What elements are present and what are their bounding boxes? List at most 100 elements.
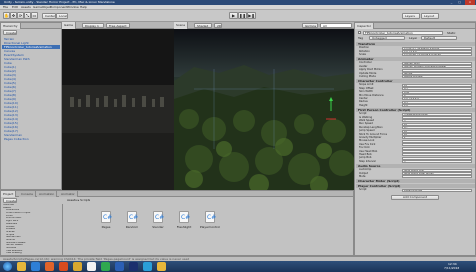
start-icon[interactable]: [3, 262, 12, 271]
clock-date[interactable]: 7/11/2016: [444, 266, 459, 270]
tab-animator[interactable]: Animator: [59, 191, 78, 197]
rotate-icon: ⟳: [18, 13, 23, 18]
tab-hierarchy[interactable]: Hierarchy: [1, 23, 21, 29]
static-label[interactable]: Static: [447, 31, 456, 35]
rect-tool-button[interactable]: ▭: [31, 12, 38, 19]
asset-item[interactable]: C# Pages: [95, 211, 117, 237]
asset-label: Random: [125, 225, 139, 229]
rect-icon: ▭: [32, 13, 37, 18]
photoshop-icon[interactable]: [129, 262, 138, 271]
tab-project[interactable]: Project: [1, 191, 17, 197]
active-checkbox[interactable]: [358, 31, 361, 34]
script-file-icon: C#: [205, 211, 217, 223]
script-file-icon: C#: [179, 211, 191, 223]
layout-dropdown[interactable]: Layout: [421, 13, 439, 19]
project-breadcrumb[interactable]: Assets ▸ Scripts: [67, 198, 90, 202]
hand-tool-button[interactable]: ✋: [3, 12, 10, 19]
hand-icon: ✋: [4, 13, 9, 18]
pivot-dropdown[interactable]: Center: [42, 13, 56, 19]
aspect-dropdown[interactable]: Free Aspect: [106, 23, 130, 28]
unity-icon[interactable]: [87, 262, 96, 271]
shading-dropdown[interactable]: Shaded: [194, 23, 212, 28]
ie-icon[interactable]: [31, 262, 40, 271]
property-value-field[interactable]: [402, 175, 472, 179]
scene-search-input[interactable]: All: [320, 23, 352, 28]
pause-button[interactable]: ❚❚: [238, 12, 247, 19]
tab-scene[interactable]: Scene: [174, 22, 189, 29]
word-icon[interactable]: [115, 262, 124, 271]
asset-item[interactable]: C# Slender: [147, 211, 169, 237]
script-file-icon: C#: [127, 211, 139, 223]
script-file-glyph: C#: [129, 214, 139, 221]
asset-item[interactable]: C# Random: [121, 211, 143, 237]
inspector-panel: Inspector FPSController_tutorialAnimatio…: [354, 22, 476, 256]
script-file-icon: C#: [101, 211, 113, 223]
property-value-field[interactable]: X 0.38788 Y 0.38788 Z 0.38788: [402, 53, 472, 57]
property-value-field[interactable]: Always Animate: [402, 75, 472, 79]
asset-grid: C# Pages C# Random C# Slender C# Flashlight C# Pl…: [67, 205, 353, 255]
scale-tool-button[interactable]: ⤡: [24, 12, 31, 19]
asset-label: PlayerControl: [199, 225, 221, 229]
game-toolbar: Game Display 1 Free Aspect: [62, 22, 174, 29]
paint-icon[interactable]: [73, 262, 82, 271]
tag-dropdown[interactable]: Untagged: [369, 36, 405, 40]
property-label: Scale: [359, 53, 366, 56]
component-header[interactable]: Character Motor (Script): [356, 179, 475, 184]
play-button[interactable]: ▶: [229, 12, 238, 19]
step-button[interactable]: ▶❚: [247, 12, 256, 19]
media-icon[interactable]: [45, 262, 54, 271]
layers-dropdown[interactable]: Layers: [402, 13, 420, 19]
property-label: Step Interval: [359, 159, 376, 163]
explorer-icon[interactable]: [17, 262, 26, 271]
property-label: Culling Mode: [359, 75, 376, 78]
move-icon: ✥: [11, 13, 16, 18]
layer-dropdown[interactable]: Default: [421, 36, 457, 40]
property-value-field[interactable]: 1.8: [402, 104, 472, 108]
script-file-glyph: C#: [207, 214, 217, 221]
skype-icon[interactable]: [143, 262, 152, 271]
scene-toolbar: Scene Shaded 2D Gizmos All: [174, 22, 354, 29]
tab-animation[interactable]: Animation: [37, 191, 58, 197]
game-view[interactable]: [62, 29, 174, 190]
folder-icon[interactable]: [157, 262, 166, 271]
property-value-field[interactable]: PlayerController: [402, 188, 472, 192]
hierarchy-panel: Hierarchy Create Terrain Directional Ligh…: [0, 22, 62, 190]
asset-item[interactable]: C# PlayerControl: [199, 211, 221, 237]
tab-game[interactable]: Game: [62, 22, 76, 29]
inspector-components: Transform Position X 0.2275 Y 14.4884 Z 0.…: [356, 42, 475, 255]
property-label: Mute: [359, 175, 366, 178]
firefox-icon[interactable]: [59, 262, 68, 271]
project-create-button[interactable]: Create: [3, 198, 17, 203]
main-toolbar: ✋ ✥ ⟳ ⤡ ▭ Center Local ▶ ❚❚ ▶❚ Layers La…: [0, 10, 476, 22]
add-component-button[interactable]: Add Component: [391, 194, 439, 200]
asset-item[interactable]: C# Flashlight: [173, 211, 195, 237]
2d-toggle[interactable]: 2D: [214, 23, 222, 28]
project-folder-tree: Favorites Assets Characters Cross Platform …: [1, 204, 63, 255]
project-panel: Project Console Animation Animator Creat…: [0, 190, 354, 256]
space-dropdown[interactable]: Local: [56, 13, 68, 19]
os-taskbar: 12:34 7/11/2016: [0, 261, 476, 272]
rotate-tool-button[interactable]: ⟳: [17, 12, 24, 19]
script-file-icon: C#: [153, 211, 165, 223]
hierarchy-create-button[interactable]: Create: [3, 30, 17, 35]
asset-label: Pages: [101, 225, 111, 229]
script-file-glyph: C#: [181, 214, 191, 221]
display-dropdown[interactable]: Display 1: [82, 23, 104, 28]
gizmos-dropdown[interactable]: Gizmos: [302, 23, 318, 28]
object-name-field[interactable]: FPSController_tutorialAnimation: [363, 31, 443, 35]
script-file-glyph: C#: [103, 214, 113, 221]
property-label: Height: [359, 103, 368, 107]
chrome-icon[interactable]: [101, 262, 110, 271]
property-label: Script: [359, 188, 367, 192]
hierarchy-list: Terrain Directional Light FPSController_tu…: [2, 37, 60, 141]
move-tool-button[interactable]: ✥: [10, 12, 17, 19]
property-value-field[interactable]: 5: [402, 160, 472, 164]
folder-tree-item[interactable]: Tree Drawing: [1, 252, 62, 255]
scene-render: [174, 29, 354, 190]
script-file-glyph: C#: [155, 214, 165, 221]
scene-view[interactable]: [174, 29, 354, 190]
tab-inspector[interactable]: Inspector: [355, 23, 374, 29]
tab-console[interactable]: Console: [19, 191, 36, 197]
hierarchy-item[interactable]: Pages Collection: [2, 137, 60, 141]
asset-label: Flashlight: [176, 225, 192, 229]
